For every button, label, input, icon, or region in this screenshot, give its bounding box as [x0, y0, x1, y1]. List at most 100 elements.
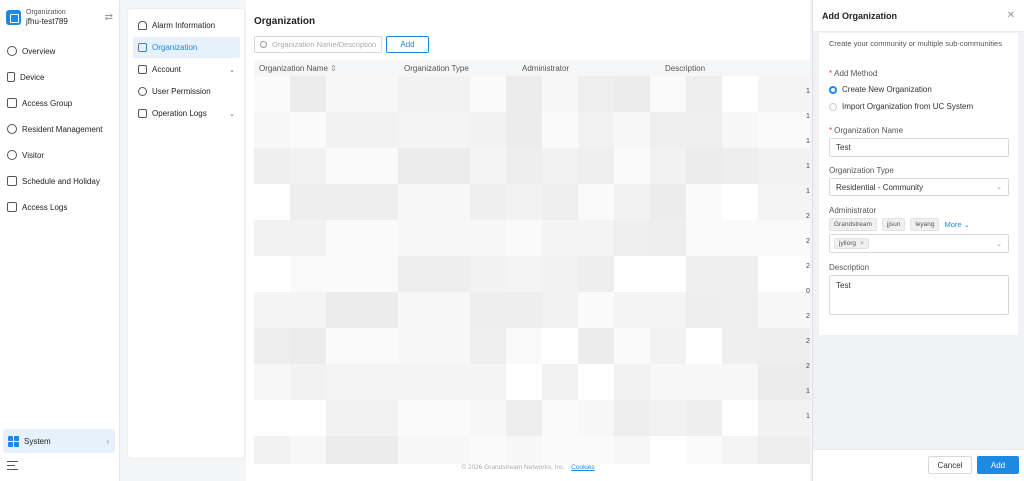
cookies-link[interactable]: Cookies — [571, 464, 594, 471]
submenu-organization[interactable]: Organization — [133, 37, 240, 58]
blurred-cell — [722, 328, 758, 364]
main-sidebar: Organization jfhu-test789 ⇄ Overview Dev… — [0, 0, 120, 481]
nav-overview[interactable]: Overview — [0, 38, 119, 64]
required-mark: * — [829, 126, 833, 135]
organization-type-select[interactable]: Residential - Community ⌄ — [829, 178, 1009, 196]
blurred-cell — [542, 256, 578, 292]
blurred-cell — [398, 112, 470, 148]
blurred-cell — [686, 292, 722, 328]
blurred-cell — [686, 112, 722, 148]
overview-icon — [7, 46, 17, 56]
remove-chip-icon[interactable]: × — [860, 240, 864, 247]
blurred-cell — [650, 328, 686, 364]
blurred-cell — [722, 256, 758, 292]
blurred-cell — [470, 436, 506, 464]
blurred-cell — [398, 148, 470, 184]
blurred-cell — [290, 400, 326, 436]
admin-tag[interactable]: leyang — [910, 218, 940, 231]
nav-schedule-holiday[interactable]: Schedule and Holiday — [0, 168, 119, 194]
nav-label: Access Group — [22, 98, 73, 108]
radio-selected-icon — [829, 85, 837, 94]
blurred-cell — [290, 256, 326, 292]
blurred-cell — [614, 148, 650, 184]
nav-system[interactable]: System › — [3, 429, 115, 453]
blurred-cell — [578, 256, 614, 292]
blurred-cell — [578, 328, 614, 364]
blurred-cell — [470, 364, 506, 400]
nav-access-logs[interactable]: Access Logs — [0, 194, 119, 220]
blurred-cell — [614, 112, 650, 148]
blurred-cell — [578, 292, 614, 328]
radio-unselected-icon — [829, 102, 837, 111]
submenu-label: Alarm Information — [152, 21, 216, 30]
nav-visitor[interactable]: Visitor — [0, 142, 119, 168]
close-icon[interactable]: ✕ — [1007, 10, 1015, 21]
blurred-cell — [290, 148, 326, 184]
nav-label: Access Logs — [22, 202, 68, 212]
administrator-select[interactable]: jyliorg × ⌄ — [829, 234, 1009, 253]
blurred-cell — [326, 364, 398, 400]
blurred-cell — [722, 400, 758, 436]
organization-name-field[interactable]: Test — [829, 138, 1009, 157]
admin-tag[interactable]: Grandstream — [829, 218, 877, 231]
label-text: Add Method — [834, 69, 878, 78]
collapse-menu-icon[interactable] — [7, 461, 18, 470]
organization-info: Organization jfhu-test789 — [26, 8, 105, 26]
access-group-icon — [7, 98, 17, 108]
description-textarea[interactable]: Test — [829, 275, 1009, 315]
blurred-cell — [758, 436, 810, 464]
nav-label: Visitor — [22, 150, 45, 160]
organization-switcher[interactable]: Organization jfhu-test789 ⇄ — [0, 0, 119, 34]
partial-cell-text: 1 — [806, 413, 810, 420]
sort-icon[interactable]: ⇕ — [330, 64, 337, 73]
drawer-form: Create your community or multiple sub-co… — [819, 33, 1018, 335]
nav-resident-management[interactable]: Resident Management — [0, 116, 119, 142]
blurred-cell — [650, 76, 686, 112]
submenu-user-permission[interactable]: User Permission — [133, 81, 240, 102]
add-organization-button[interactable]: Add — [386, 36, 429, 53]
submenu-operation-logs[interactable]: Operation Logs ⌄ — [133, 103, 240, 124]
chevron-right-icon: › — [106, 436, 109, 446]
description-label: Description — [829, 263, 870, 272]
blurred-cell — [506, 184, 542, 220]
partial-cell-text: 1 — [806, 88, 810, 95]
nav-access-group[interactable]: Access Group — [0, 90, 119, 116]
device-icon — [7, 72, 15, 82]
radio-import-organization[interactable]: Import Organization from UC System — [829, 102, 973, 111]
more-label: More — [944, 220, 962, 229]
blurred-cell — [326, 76, 398, 112]
submenu-label: Operation Logs — [152, 109, 207, 118]
submenu-account[interactable]: Account ⌄ — [133, 59, 240, 80]
blurred-cell — [506, 76, 542, 112]
blurred-cell — [614, 328, 650, 364]
switch-icon[interactable]: ⇄ — [105, 12, 113, 23]
submenu-alarm-information[interactable]: Alarm Information — [133, 15, 240, 36]
search-input[interactable]: Organization Name/Description — [254, 36, 382, 53]
blurred-cell — [578, 400, 614, 436]
blurred-cell — [398, 256, 470, 292]
selected-admin-chip: jyliorg × — [834, 238, 869, 249]
blurred-cell — [470, 256, 506, 292]
drawer-header: Add Organization ✕ — [813, 0, 1024, 32]
cancel-button[interactable]: Cancel — [928, 456, 972, 474]
column-header-organization-name[interactable]: Organization Name ⇕ — [259, 64, 337, 73]
admin-tag[interactable]: jjsun — [881, 218, 906, 231]
blurred-cell — [758, 400, 810, 436]
organization-logo-icon — [6, 9, 21, 25]
nav-device[interactable]: Device — [0, 64, 119, 90]
blurred-cell — [578, 184, 614, 220]
blurred-cell — [650, 184, 686, 220]
system-grid-icon — [8, 435, 19, 447]
submit-add-button[interactable]: Add — [977, 456, 1019, 474]
blurred-cell — [398, 328, 470, 364]
blurred-cell — [326, 148, 398, 184]
blurred-cell — [254, 76, 290, 112]
blurred-cell — [470, 400, 506, 436]
more-admins-link[interactable]: More ⌄ — [944, 220, 969, 229]
radio-create-new-organization[interactable]: Create New Organization — [829, 85, 932, 94]
blurred-cell — [650, 436, 686, 464]
blurred-cell — [578, 148, 614, 184]
blurred-cell — [686, 220, 722, 256]
blurred-cell — [506, 112, 542, 148]
chevron-down-icon: ⌄ — [996, 184, 1002, 191]
